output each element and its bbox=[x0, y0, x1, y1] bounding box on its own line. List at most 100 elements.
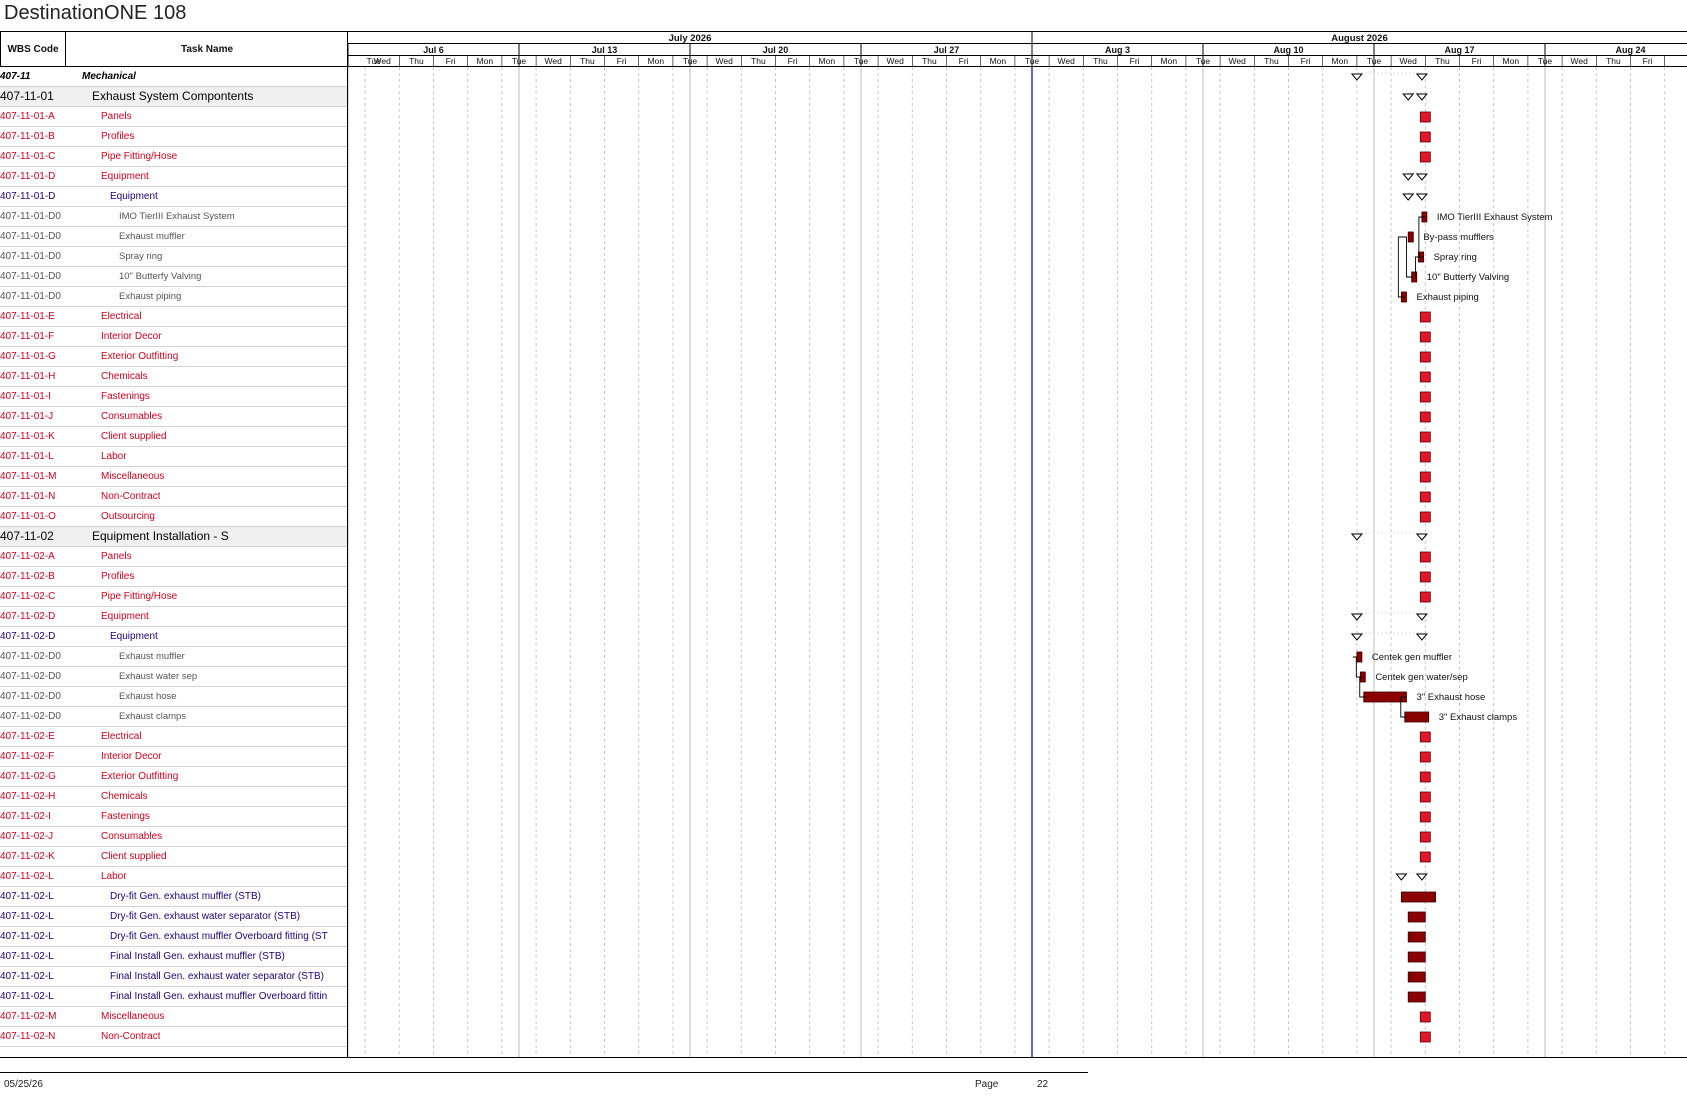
task-name-cell: Chemicals bbox=[101, 791, 148, 802]
month-label: July 2026 bbox=[669, 33, 712, 44]
task-name-cell: Profiles bbox=[101, 131, 135, 142]
task-name-cell: Dry-fit Gen. exhaust muffler (STB) bbox=[110, 891, 261, 902]
table-row[interactable]: 407-11-01-D0 Spray ring bbox=[0, 247, 348, 267]
table-row[interactable]: 407-11-02-L Dry-fit Gen. exhaust water se… bbox=[0, 907, 348, 927]
table-row[interactable]: 407-11-02-K Client supplied bbox=[0, 847, 348, 867]
table-row[interactable]: 407-11-02 Equipment Installation - S bbox=[0, 527, 348, 547]
table-row[interactable]: 407-11-02-D0 Exhaust muffler bbox=[0, 647, 348, 667]
table-row[interactable]: 407-11-01-D0 Exhaust muffler bbox=[0, 227, 348, 247]
table-row[interactable]: 407-11-01 Exhaust System Compontents bbox=[0, 87, 348, 107]
table-row[interactable]: 407-11-01-D0 IMO TierIII Exhaust System bbox=[0, 207, 348, 227]
task-name-cell: Exhaust clamps bbox=[119, 711, 187, 722]
day-label: Tue bbox=[854, 56, 869, 66]
task-name-cell: Final Install Gen. exhaust water separat… bbox=[110, 971, 324, 982]
table-row[interactable]: 407-11-01-M Miscellaneous bbox=[0, 467, 348, 487]
table-row[interactable]: 407-11-01-O Outsourcing bbox=[0, 507, 348, 527]
task-name-cell: Equipment bbox=[101, 171, 149, 182]
table-row[interactable]: 407-11-02-L Final Install Gen. exhaust wa… bbox=[0, 967, 348, 987]
table-row[interactable]: 407-11-02-I Fastenings bbox=[0, 807, 348, 827]
table-row[interactable]: 407-11-01-A Panels bbox=[0, 107, 348, 127]
milestone-marker bbox=[1419, 771, 1431, 783]
milestone-marker bbox=[1419, 591, 1431, 603]
task-name-cell: Labor bbox=[101, 871, 127, 882]
table-row[interactable]: 407-11-02-C Pipe Fitting/Hose bbox=[0, 587, 348, 607]
table-row[interactable]: 407-11-02-D Equipment bbox=[0, 607, 348, 627]
table-row[interactable]: 407-11-02-A Panels bbox=[0, 547, 348, 567]
task-name-cell: Fastenings bbox=[101, 391, 150, 402]
day-label: Wed bbox=[1229, 56, 1247, 66]
wbs-code-cell: 407-11-02-J bbox=[0, 831, 54, 842]
wbs-code-cell: 407-11-01-F bbox=[0, 331, 55, 342]
task-name-cell: Mechanical bbox=[82, 71, 136, 82]
day-label: Fri bbox=[1643, 56, 1653, 66]
table-row[interactable]: 407-11-01-I Fastenings bbox=[0, 387, 348, 407]
wbs-code-cell: 407-11-01-D0 bbox=[0, 211, 61, 222]
day-label: Mon bbox=[1503, 56, 1520, 66]
table-row[interactable]: 407-11-02-E Electrical bbox=[0, 727, 348, 747]
table-row[interactable]: 407-11-02-L Final Install Gen. exhaust mu… bbox=[0, 947, 348, 967]
milestone-marker bbox=[1419, 391, 1431, 403]
day-label: Tue bbox=[512, 56, 527, 66]
task-bar bbox=[1407, 991, 1426, 1003]
task-name-cell: Miscellaneous bbox=[101, 1011, 165, 1022]
task-name-column-header[interactable]: Task Name bbox=[65, 31, 348, 67]
milestone-marker bbox=[1419, 411, 1431, 423]
week-label: Jul 20 bbox=[763, 45, 789, 55]
day-label: Fri bbox=[1472, 56, 1482, 66]
wbs-code-cell: 407-11-01-D bbox=[0, 191, 56, 202]
table-row[interactable]: 407-11-02-D Equipment bbox=[0, 627, 348, 647]
table-row[interactable]: 407-11-01-F Interior Decor bbox=[0, 327, 348, 347]
table-row[interactable]: 407-11-02-L Dry-fit Gen. exhaust muffler … bbox=[0, 887, 348, 907]
table-row[interactable]: 407-11-01-D0 Exhaust piping bbox=[0, 287, 348, 307]
table-row[interactable]: 407-11-01-C Pipe Fitting/Hose bbox=[0, 147, 348, 167]
wbs-code-cell: 407-11-01-D0 bbox=[0, 291, 61, 302]
table-row[interactable]: 407-11-01-D0 10" Butterfy Valving bbox=[0, 267, 348, 287]
table-row[interactable]: 407-11-02-M Miscellaneous bbox=[0, 1007, 348, 1027]
table-row[interactable]: 407-11-01-K Client supplied bbox=[0, 427, 348, 447]
table-row[interactable]: 407-11-02-D0 Exhaust water sep bbox=[0, 667, 348, 687]
table-row[interactable]: 407-11-01-J Consumables bbox=[0, 407, 348, 427]
wbs-code-cell: 407-11-02-A bbox=[0, 551, 55, 562]
day-label: Tue bbox=[1025, 56, 1040, 66]
table-row[interactable]: 407-11-02-N Non-Contract bbox=[0, 1027, 348, 1047]
summary-start-marker bbox=[1402, 193, 1415, 201]
task-name-cell: Client supplied bbox=[101, 851, 167, 862]
table-row[interactable]: 407-11-02-G Exterior Outfitting bbox=[0, 767, 348, 787]
table-row[interactable]: 407-11-02-D0 Exhaust clamps bbox=[0, 707, 348, 727]
table-row[interactable]: 407-11-01-G Exterior Outfitting bbox=[0, 347, 348, 367]
wbs-code-column-header[interactable]: WBS Code bbox=[0, 31, 65, 67]
wbs-code-cell: 407-11-02-M bbox=[0, 1011, 57, 1022]
wbs-code-cell: 407-11-01-C bbox=[0, 151, 56, 162]
table-row[interactable]: 407-11-01-B Profiles bbox=[0, 127, 348, 147]
table-row[interactable]: 407-11-01-N Non-Contract bbox=[0, 487, 348, 507]
table-row[interactable]: 407-11-02-F Interior Decor bbox=[0, 747, 348, 767]
milestone-marker bbox=[1419, 831, 1431, 843]
task-name-cell: Final Install Gen. exhaust muffler (STB) bbox=[110, 951, 285, 962]
table-row[interactable]: 407-11-01-L Labor bbox=[0, 447, 348, 467]
milestone-marker bbox=[1419, 1011, 1431, 1023]
table-row[interactable]: 407-11-01-D Equipment bbox=[0, 167, 348, 187]
table-row[interactable]: 407-11-02-L Dry-fit Gen. exhaust muffler … bbox=[0, 927, 348, 947]
table-row[interactable]: 407-11-02-H Chemicals bbox=[0, 787, 348, 807]
table-row[interactable]: 407-11 Mechanical bbox=[0, 67, 348, 87]
task-name-cell: Chemicals bbox=[101, 371, 148, 382]
table-row[interactable]: 407-11-02-B Profiles bbox=[0, 567, 348, 587]
wbs-code-cell: 407-11-01-H bbox=[0, 371, 56, 382]
task-bar-label: 3" Exhaust hose bbox=[1416, 692, 1485, 703]
page-title: DestinationONE 108 bbox=[4, 2, 187, 24]
table-row[interactable]: 407-11-01-H Chemicals bbox=[0, 367, 348, 387]
day-label: Tue bbox=[683, 56, 698, 66]
day-label: Fri bbox=[1301, 56, 1311, 66]
task-name-cell: Exhaust muffler bbox=[119, 231, 185, 242]
milestone-marker bbox=[1419, 431, 1431, 443]
table-row[interactable]: 407-11-01-E Electrical bbox=[0, 307, 348, 327]
table-row[interactable]: 407-11-02-L Final Install Gen. exhaust mu… bbox=[0, 987, 348, 1007]
task-name-cell: Dry-fit Gen. exhaust water separator (ST… bbox=[110, 911, 301, 922]
task-bar-label: By-pass mufflers bbox=[1423, 232, 1494, 243]
milestone-marker bbox=[1419, 811, 1431, 823]
table-row[interactable]: 407-11-02-L Labor bbox=[0, 867, 348, 887]
task-name-cell: Electrical bbox=[101, 731, 142, 742]
table-row[interactable]: 407-11-01-D Equipment bbox=[0, 187, 348, 207]
table-row[interactable]: 407-11-02-J Consumables bbox=[0, 827, 348, 847]
table-row[interactable]: 407-11-02-D0 Exhaust hose bbox=[0, 687, 348, 707]
